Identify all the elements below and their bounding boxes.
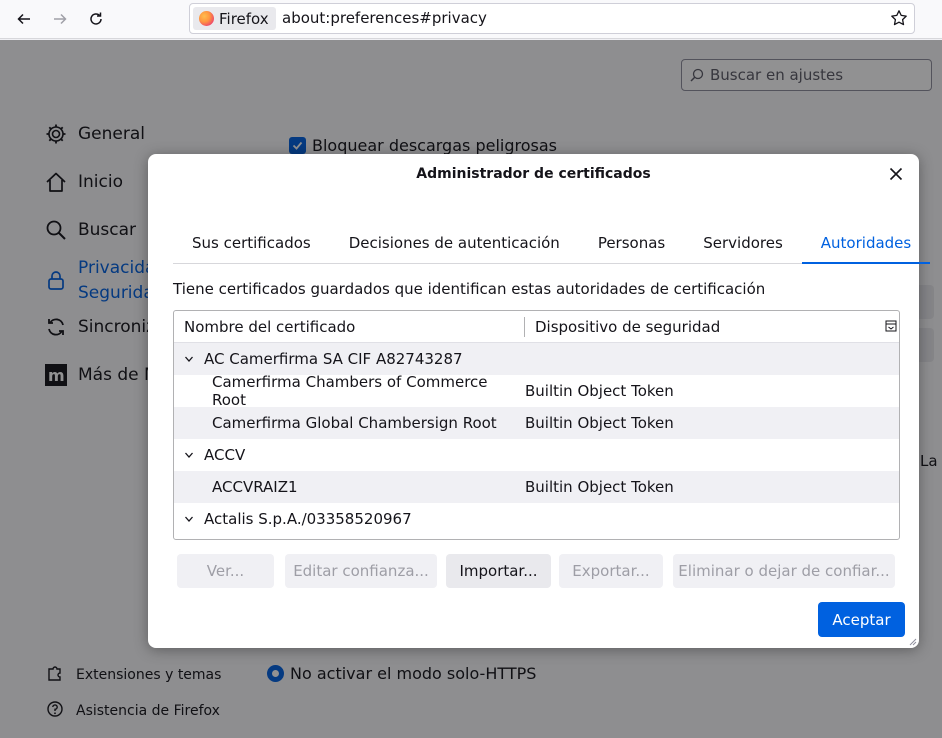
chevron-down-icon[interactable]	[182, 450, 196, 460]
tree-row[interactable]: AC Camerfirma SA CIF A82743287	[174, 343, 899, 375]
close-icon	[889, 167, 903, 181]
back-button[interactable]	[11, 6, 37, 32]
row-name: ACCVRAIZ1	[212, 478, 298, 496]
identity-label: Firefox	[219, 9, 269, 28]
certificate-manager-dialog: Administrador de certificados Sus certif…	[148, 154, 931, 648]
tab-people[interactable]: Personas	[579, 224, 684, 264]
tree-header: Nombre del certificado Dispositivo de se…	[174, 311, 899, 343]
address-bar[interactable]: Firefox about:preferences#privacy	[189, 3, 915, 34]
row-device: Builtin Object Token	[525, 382, 674, 400]
close-button[interactable]	[885, 163, 907, 185]
row-device: Builtin Object Token	[525, 414, 674, 432]
chevron-down-icon[interactable]	[182, 354, 196, 364]
resize-grip-icon[interactable]	[907, 636, 917, 646]
tab-authorities[interactable]: Autoridades	[801, 224, 931, 264]
identity-box[interactable]: Firefox	[193, 7, 276, 30]
column-header-name[interactable]: Nombre del certificado	[174, 318, 524, 336]
row-name: Camerfirma Global Chambersign Root	[212, 414, 497, 432]
tab-auth-decisions[interactable]: Decisiones de autenticación	[330, 224, 579, 264]
export-button[interactable]: Exportar...	[559, 554, 663, 588]
tree-row[interactable]: Camerfirma Global Chambersign Root Built…	[174, 407, 899, 439]
tree-row[interactable]: ACCV	[174, 439, 899, 471]
row-device: Builtin Object Token	[525, 478, 674, 496]
bookmark-star-icon[interactable]	[890, 9, 908, 31]
view-button[interactable]: Ver...	[177, 554, 274, 588]
tree-row[interactable]: ACCVRAIZ1 Builtin Object Token	[174, 471, 899, 503]
reload-icon	[90, 12, 102, 25]
column-header-device[interactable]: Dispositivo de seguridad	[525, 318, 720, 336]
chevron-down-icon[interactable]	[182, 514, 196, 524]
accept-button[interactable]: Aceptar	[818, 602, 905, 637]
browser-toolbar: Firefox about:preferences#privacy	[0, 0, 942, 39]
authorities-description: Tiene certificados guardados que identif…	[173, 280, 766, 298]
url-text[interactable]: about:preferences#privacy	[282, 9, 487, 27]
row-name: AC Camerfirma SA CIF A82743287	[204, 350, 463, 368]
certificate-tree[interactable]: Nombre del certificado Dispositivo de se…	[173, 310, 900, 540]
row-name: Actalis S.p.A./03358520967	[204, 510, 412, 528]
tab-servers[interactable]: Servidores	[684, 224, 802, 264]
dialog-title: Administrador de certificados	[416, 166, 651, 182]
reload-button[interactable]	[83, 6, 109, 32]
tab-your-certificates[interactable]: Sus certificados	[173, 224, 330, 264]
back-arrow-icon	[17, 13, 30, 25]
firefox-logo-icon	[199, 11, 214, 26]
delete-distrust-button[interactable]: Eliminar o dejar de confiar...	[673, 554, 895, 588]
row-name: ACCV	[204, 446, 246, 464]
edit-trust-button[interactable]: Editar confianza...	[285, 554, 437, 588]
column-picker-icon[interactable]	[885, 319, 897, 333]
forward-arrow-icon	[54, 13, 67, 25]
row-name: Camerfirma Chambers of Commerce Root	[212, 373, 488, 409]
import-button[interactable]: Importar...	[446, 554, 551, 588]
tree-row[interactable]: Actalis S.p.A./03358520967	[174, 503, 899, 535]
tree-row[interactable]: Camerfirma Chambers of Commerce Root Bui…	[174, 373, 899, 409]
certificate-tabs: Sus certificados Decisiones de autentica…	[173, 224, 931, 264]
forward-button[interactable]	[47, 6, 73, 32]
